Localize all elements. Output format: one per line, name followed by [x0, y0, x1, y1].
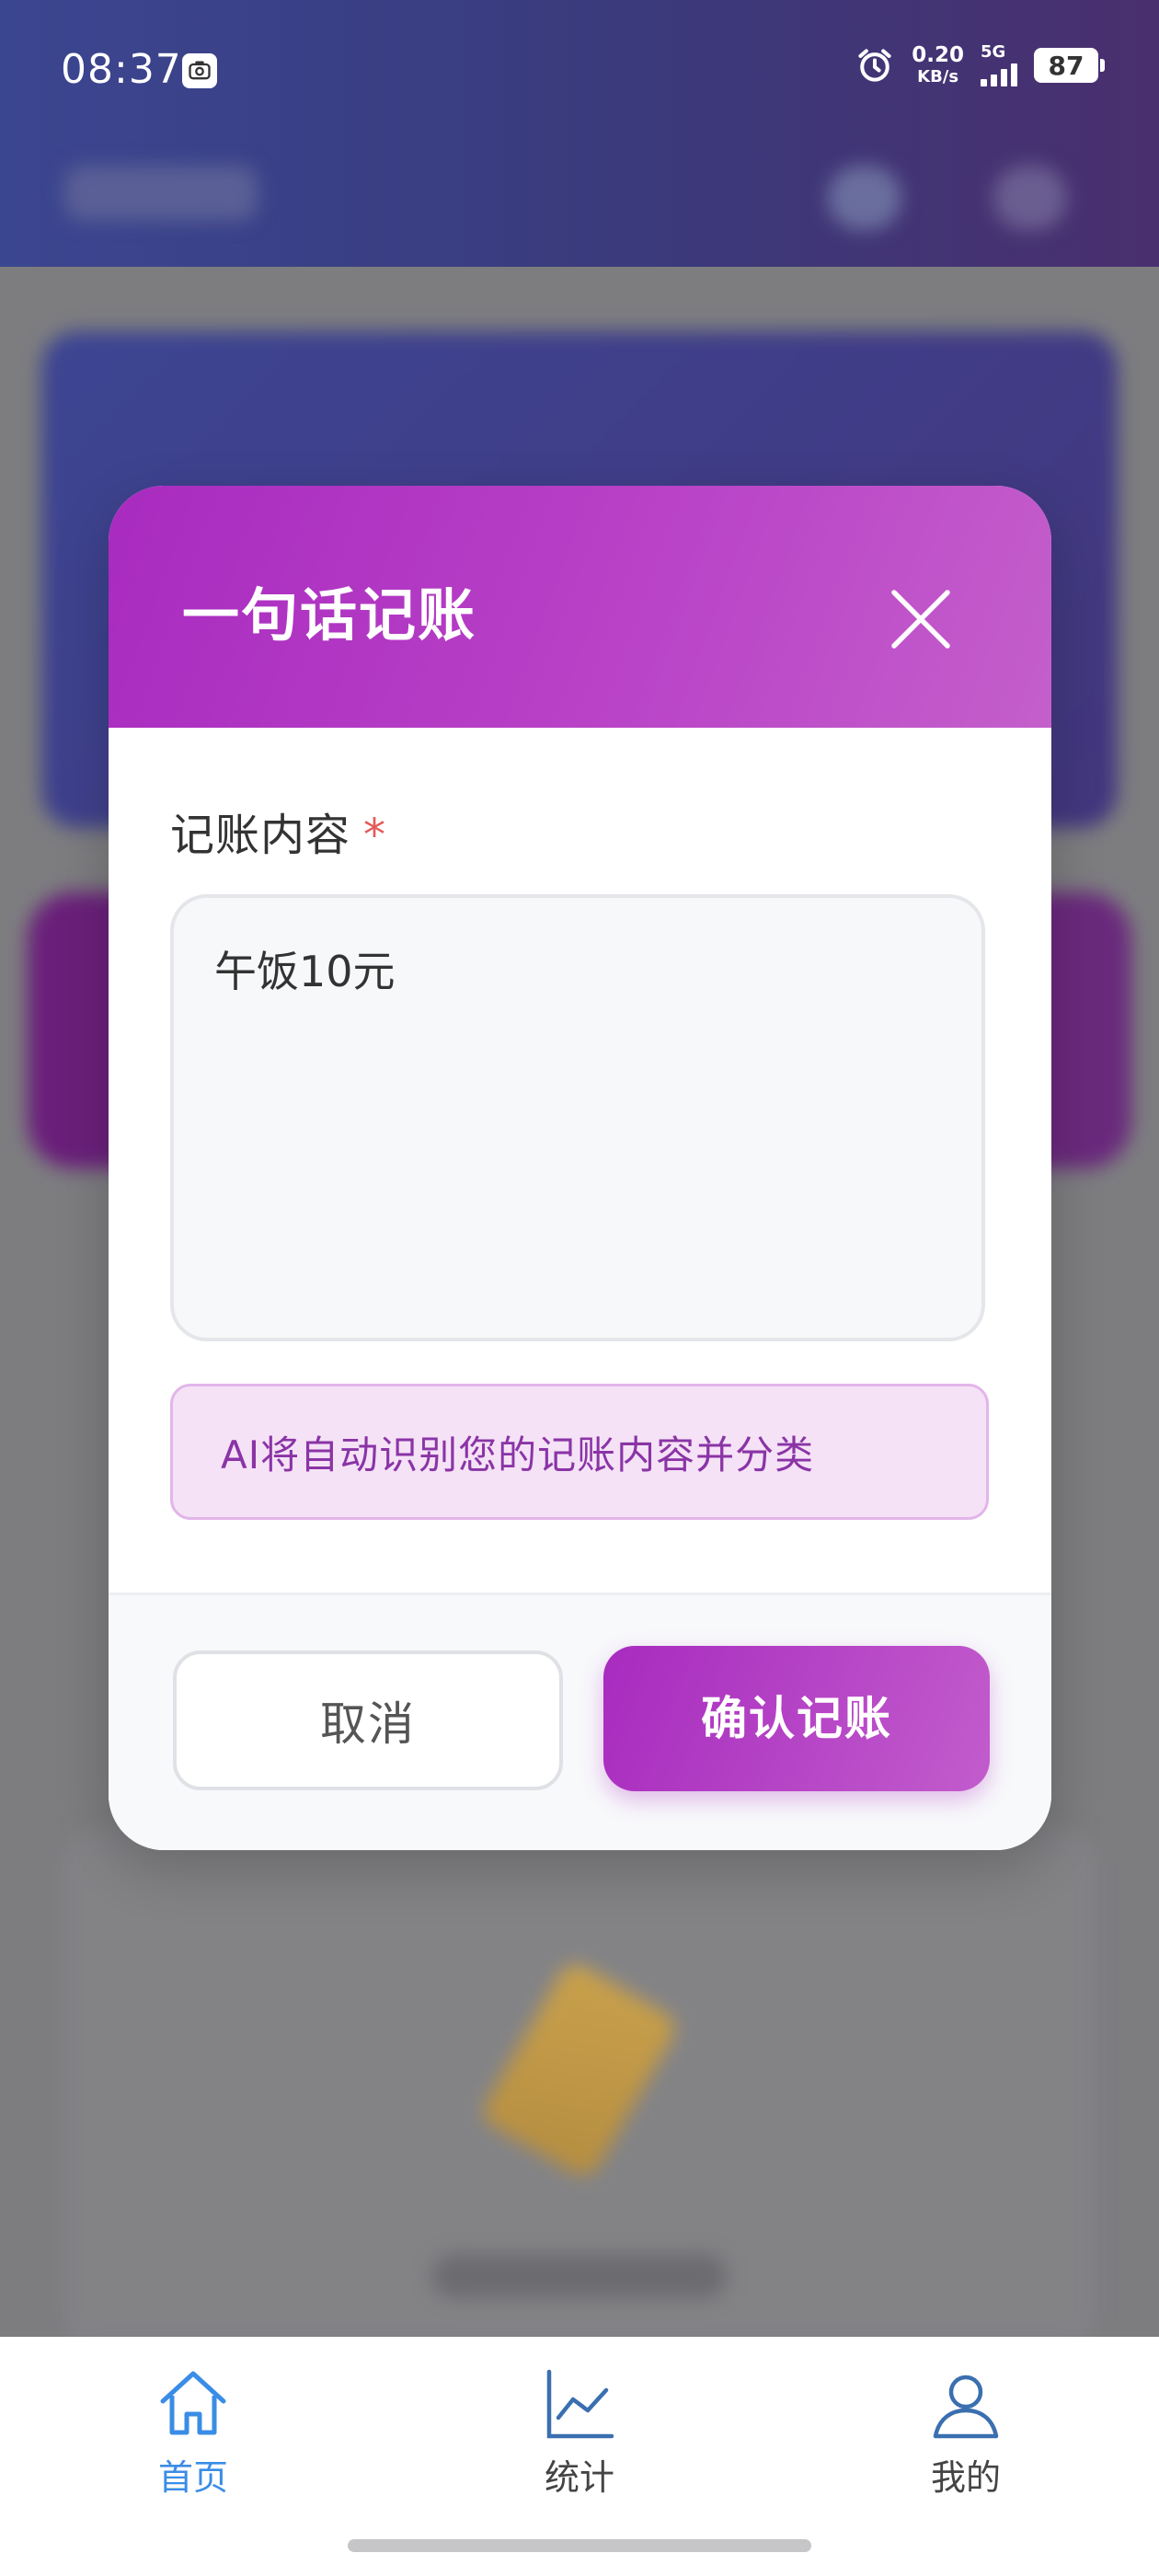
field-label-text: 记账内容 [170, 810, 351, 861]
close-button[interactable] [879, 578, 962, 661]
background-empty-text [432, 2254, 727, 2298]
home-indicator[interactable] [348, 2539, 811, 2552]
network-speed: 0.20 KB/s [912, 45, 964, 86]
cancel-button[interactable]: 取消 [173, 1650, 563, 1790]
background-header-button-blur [828, 166, 901, 230]
quick-entry-dialog: 一句话记账 记账内容 * 午饭10元 AI将自动识别您的记账内容并分类 取消 确认… [109, 486, 1051, 1850]
network-speed-value: 0.20 [912, 43, 964, 67]
status-time: 08:37 [61, 46, 182, 93]
signal-bars-icon [981, 63, 1017, 86]
status-bar: 08:37 0.20 KB/s 5G 87 [0, 0, 1159, 147]
chart-icon [546, 2369, 614, 2439]
background-header-button-blur [993, 166, 1067, 230]
entry-content-value: 午饭10元 [214, 947, 396, 996]
signal-indicator: 5G [981, 44, 1017, 86]
nav-item-stats[interactable]: 统计 [488, 2364, 671, 2500]
ai-hint-box: AI将自动识别您的记账内容并分类 [170, 1384, 989, 1520]
dialog-title: 一句话记账 [182, 581, 477, 649]
battery-icon: 87 [1034, 48, 1105, 83]
battery-level: 87 [1048, 50, 1084, 81]
nav-label-home: 首页 [157, 2457, 228, 2498]
home-icon [160, 2371, 226, 2435]
close-icon [891, 590, 950, 649]
notification-app-icon [182, 53, 217, 88]
alarm-icon [858, 49, 891, 82]
status-indicators: 0.20 KB/s 5G 87 [855, 44, 1105, 86]
background-title-blur [64, 166, 258, 221]
dialog-footer: 取消 确认记账 [109, 1593, 1051, 1850]
user-icon [933, 2375, 999, 2439]
confirm-button[interactable]: 确认记账 [603, 1646, 990, 1791]
dialog-header: 一句话记账 [109, 486, 1051, 728]
field-label: 记账内容 * [170, 799, 386, 863]
nav-label-profile: 我的 [930, 2457, 1001, 2498]
required-mark: * [363, 810, 387, 861]
network-speed-unit: KB/s [917, 67, 959, 86]
network-type: 5G [981, 42, 1006, 62]
nav-label-stats: 统计 [544, 2457, 614, 2498]
nav-item-profile[interactable]: 我的 [874, 2364, 1058, 2500]
nav-item-home[interactable]: 首页 [101, 2364, 285, 2500]
ai-hint-text: AI将自动识别您的记账内容并分类 [221, 1432, 815, 1478]
entry-content-textarea[interactable]: 午饭10元 [170, 894, 985, 1341]
